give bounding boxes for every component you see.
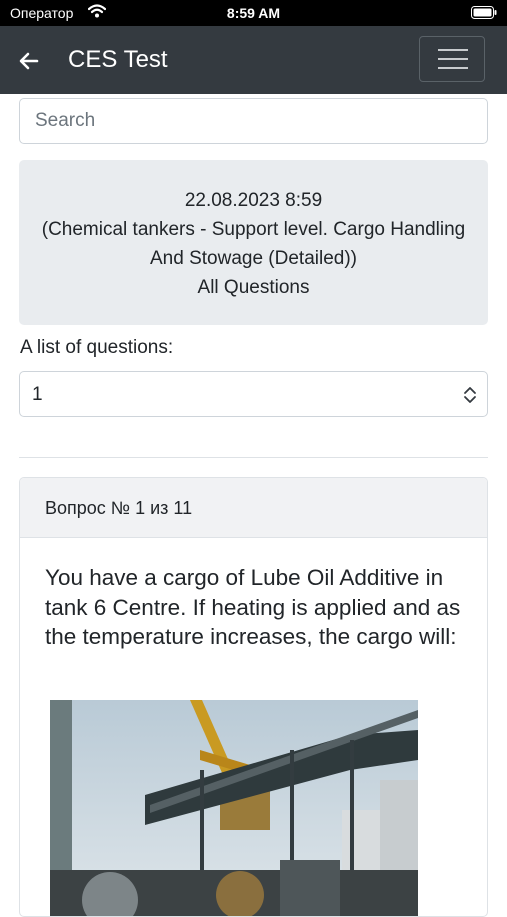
search-input[interactable] <box>19 98 488 144</box>
test-scope: All Questions <box>197 277 310 298</box>
question-select[interactable]: 1 <box>19 371 488 417</box>
arrow-left-icon[interactable] <box>18 50 40 72</box>
chevron-up-down-icon <box>464 387 476 403</box>
question-text: You have a cargo of Lube Oil Additive in… <box>45 565 461 649</box>
test-course: (Chemical tankers - Support level. Cargo… <box>41 219 466 269</box>
question-list-label: A list of questions: <box>20 337 174 358</box>
ship-deck-photo <box>50 700 418 916</box>
question-select-value: 1 <box>32 384 43 405</box>
top-navbar: CES Test <box>0 26 507 94</box>
hamburger-menu-icon <box>438 49 468 51</box>
menu-toggle-button[interactable] <box>419 36 485 82</box>
page-title: CES Test <box>68 46 168 73</box>
clock: 8:59 AM <box>226 5 281 21</box>
question-card: Вопрос № 1 из 11 You have a cargo of Lub… <box>19 477 488 917</box>
status-bar: Оператор 8:59 AM <box>0 0 507 26</box>
test-info-panel: 22.08.2023 8:59 (Chemical tankers - Supp… <box>19 160 488 325</box>
question-number: Вопрос № 1 из 11 <box>20 478 487 538</box>
divider <box>19 457 488 458</box>
test-datetime: 22.08.2023 8:59 <box>184 190 323 211</box>
battery-icon <box>471 6 497 19</box>
